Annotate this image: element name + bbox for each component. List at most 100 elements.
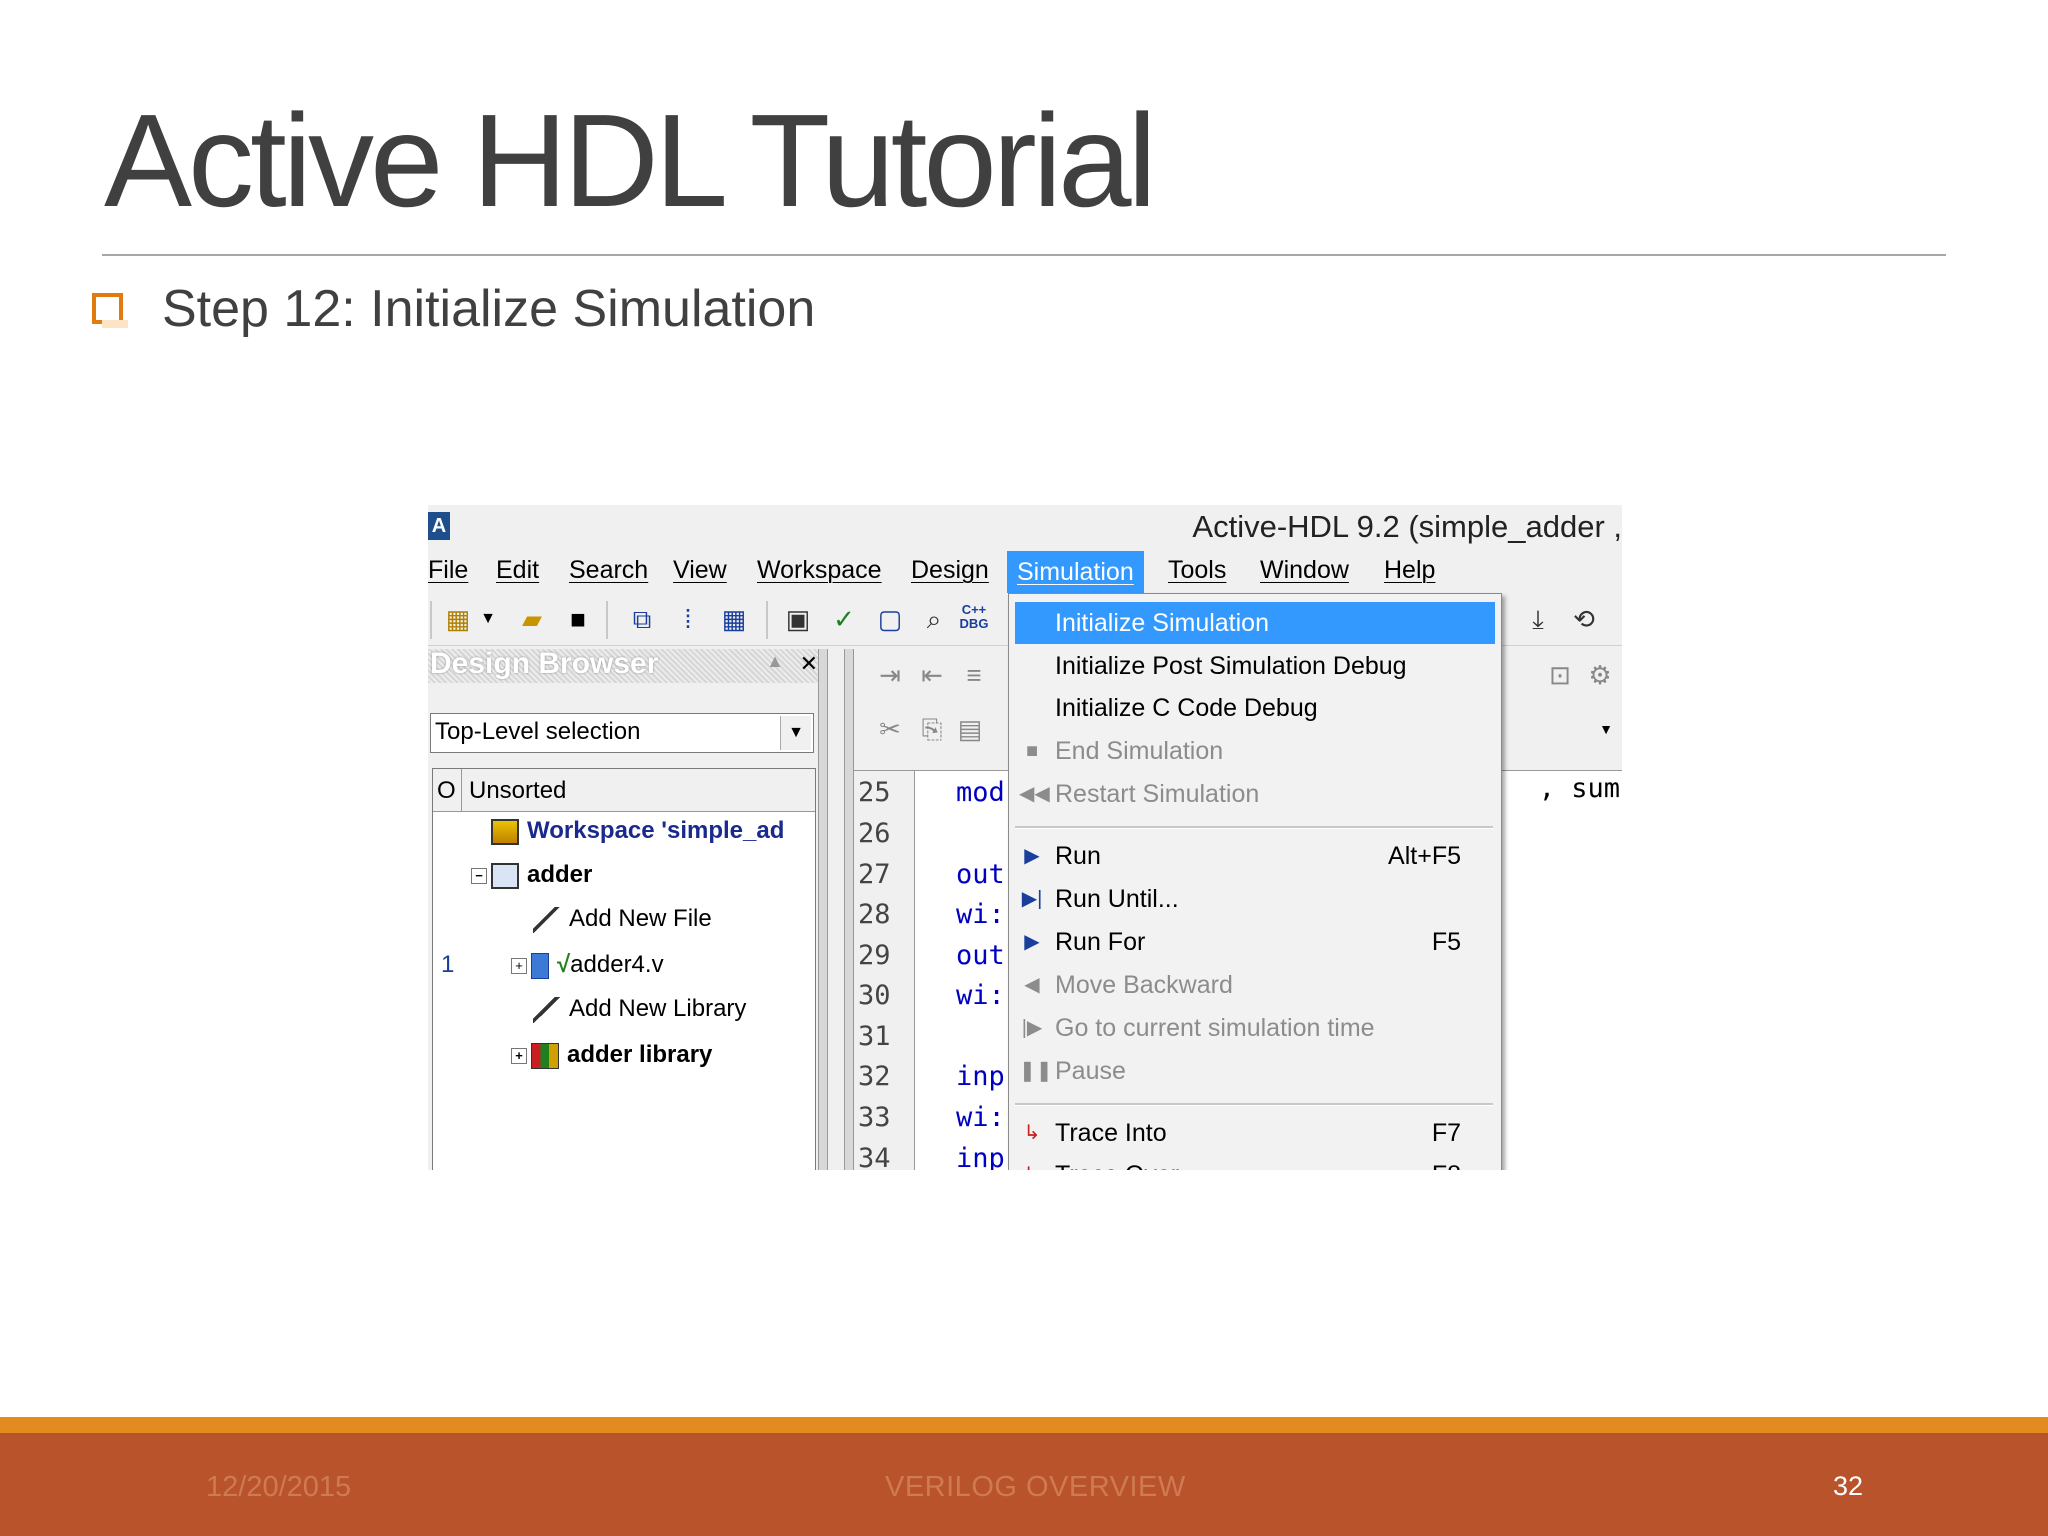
shortcut-run: Alt+F5 — [1388, 842, 1461, 870]
wand-icon — [533, 996, 561, 1023]
collapse-icon[interactable]: − — [471, 867, 487, 884]
tree-item-adder[interactable]: − adder — [471, 861, 592, 889]
menu-item-restart-simulation[interactable]: ◀◀ Restart Simulation — [1009, 773, 1501, 815]
pin-icon[interactable]: ▲ — [766, 651, 784, 672]
menu-workspace[interactable]: Workspace — [757, 556, 882, 585]
new-workspace-icon[interactable]: ▦ — [442, 603, 474, 635]
menu-item-pause[interactable]: ❚❚ Pause — [1009, 1050, 1501, 1092]
code-line: inp — [956, 1143, 1005, 1170]
download-icon[interactable]: ⤓ — [1522, 603, 1554, 635]
paste-icon[interactable]: ▤ — [954, 713, 986, 745]
restore-icon[interactable]: ⟲ — [1568, 603, 1600, 635]
app-icon: A — [428, 512, 450, 540]
tree-item-add-new-library[interactable]: Add New Library — [533, 995, 746, 1023]
stop-icon: ■ — [1025, 740, 1039, 762]
menu-design[interactable]: Design — [911, 556, 989, 585]
menu-item-initialize-c-code-debug[interactable]: Initialize C Code Debug — [1009, 687, 1501, 729]
goto-time-icon: |▶ — [1021, 1017, 1043, 1039]
save-icon[interactable]: ■ — [562, 603, 594, 635]
menu-file[interactable]: File — [428, 556, 468, 585]
cut-icon[interactable]: ✂ — [874, 713, 906, 745]
line-number: 34 — [858, 1143, 891, 1170]
file-order-number: 1 — [441, 951, 455, 978]
binary-icon[interactable]: ⁞ — [672, 603, 704, 635]
code-line: wi: — [956, 1102, 1005, 1133]
code-line: out — [956, 859, 1005, 890]
open-folder-icon[interactable]: ▰ — [516, 603, 548, 635]
menu-item-run-until[interactable]: ▶| Run Until... — [1009, 878, 1501, 920]
compile-icon[interactable]: ✓ — [828, 603, 860, 635]
chevron-down-icon[interactable]: ▼ — [1590, 713, 1622, 745]
panel-splitter[interactable] — [818, 649, 828, 1170]
code-fragment-right: , sum — [1538, 773, 1620, 804]
toolbar-separator — [430, 601, 432, 639]
menu-edit[interactable]: Edit — [496, 556, 539, 585]
menu-simulation[interactable]: Simulation — [1007, 551, 1144, 593]
menu-item-end-simulation[interactable]: ■ End Simulation — [1009, 730, 1501, 772]
order-column-header[interactable]: O — [437, 777, 456, 805]
tree-item-adder4[interactable]: + √adder4.v — [511, 951, 664, 979]
menu-item-initialize-post-simulation-debug[interactable]: Initialize Post Simulation Debug — [1009, 645, 1501, 687]
tree-item-add-new-file[interactable]: Add New File — [533, 905, 712, 933]
shortcut-run-for: F5 — [1431, 928, 1461, 956]
footer-date: 12/20/2015 — [206, 1471, 352, 1503]
panel-splitter[interactable] — [844, 649, 854, 1170]
menu-item-run-for[interactable]: ▶ Run For F5 — [1009, 921, 1501, 963]
design-icon — [491, 862, 519, 889]
active-hdl-screenshot: A Active-HDL 9.2 (simple_adder , File Ed… — [428, 505, 1622, 1170]
bookmark-icon[interactable]: ⊡ — [1544, 659, 1576, 691]
menu-view[interactable]: View — [673, 556, 727, 585]
workspace-icon — [491, 818, 519, 845]
comment-icon[interactable]: ≡ — [958, 659, 990, 691]
chevron-down-icon[interactable]: ▼ — [780, 716, 811, 750]
grid-icon[interactable]: ▦ — [718, 603, 750, 635]
find-icon[interactable]: ⌕ — [918, 603, 950, 635]
design-icon[interactable]: ▣ — [782, 603, 814, 635]
settings-icon[interactable]: ⚙ — [1584, 659, 1616, 691]
design-browser-title: Design Browser — [430, 647, 659, 680]
menu-item-go-to-current-time[interactable]: |▶ Go to current simulation time — [1009, 1007, 1501, 1049]
window-titlebar: A Active-HDL 9.2 (simple_adder , — [428, 505, 1622, 551]
trace-into-icon: ↳ — [1023, 1122, 1041, 1144]
unsorted-column-header[interactable]: Unsorted — [469, 777, 566, 805]
top-level-select[interactable]: Top-Level selection ▼ — [430, 713, 814, 753]
tree-item-adder-library[interactable]: + adder library — [511, 1041, 712, 1069]
move-backward-icon: ◀ — [1024, 974, 1040, 996]
design-browser-header: Design Browser ▲ ✕ — [428, 647, 828, 683]
menu-separator — [1015, 1103, 1493, 1106]
close-icon[interactable]: ✕ — [800, 651, 818, 677]
simulation-menu: Initialize Simulation Initialize Post Si… — [1008, 593, 1502, 1170]
code-line: wi: — [956, 899, 1005, 930]
menu-window[interactable]: Window — [1260, 556, 1349, 585]
line-number-gutter: 25 26 27 28 29 30 31 32 33 34 — [854, 771, 915, 1170]
dropdown-arrow-icon[interactable]: ▼ — [472, 603, 504, 635]
indent-icon[interactable]: ⇥ — [874, 659, 906, 691]
menu-item-initialize-simulation[interactable]: Initialize Simulation — [1015, 602, 1495, 644]
menu-item-run[interactable]: ▶ Run Alt+F5 — [1009, 835, 1501, 877]
column-divider — [461, 769, 462, 811]
menu-item-trace-into[interactable]: ↳ Trace Into F7 — [1009, 1112, 1501, 1154]
expand-icon[interactable]: + — [511, 957, 527, 974]
outdent-icon[interactable]: ⇤ — [916, 659, 948, 691]
console-icon[interactable]: ▢ — [874, 603, 906, 635]
footer-accent-stripe — [0, 1417, 2048, 1433]
menu-item-trace-over[interactable]: ↳ Trace Over F8 — [1009, 1154, 1501, 1170]
pause-icon: ❚❚ — [1019, 1060, 1053, 1082]
tree-item-workspace[interactable]: Workspace 'simple_ad — [491, 817, 784, 845]
title-divider — [102, 254, 1946, 256]
menu-search[interactable]: Search — [569, 556, 648, 585]
menu-item-move-backward[interactable]: ◀ Move Backward — [1009, 964, 1501, 1006]
run-until-icon: ▶| — [1021, 888, 1043, 910]
line-number: 29 — [858, 940, 891, 971]
copy-icon[interactable]: ⎘ — [916, 713, 948, 745]
line-number: 30 — [858, 980, 891, 1011]
menu-tools[interactable]: Tools — [1168, 556, 1226, 585]
step-bullet-text: Step 12: Initialize Simulation — [162, 280, 816, 338]
trace-over-icon: ↳ — [1019, 1154, 1045, 1170]
c-debug-icon[interactable]: C++ DBG — [958, 603, 990, 635]
hierarchy-icon[interactable]: ⧉ — [626, 603, 658, 635]
expand-icon[interactable]: + — [511, 1047, 527, 1064]
line-number: 28 — [858, 899, 891, 930]
menu-help[interactable]: Help — [1384, 556, 1435, 585]
shortcut-trace-into: F7 — [1431, 1119, 1461, 1147]
